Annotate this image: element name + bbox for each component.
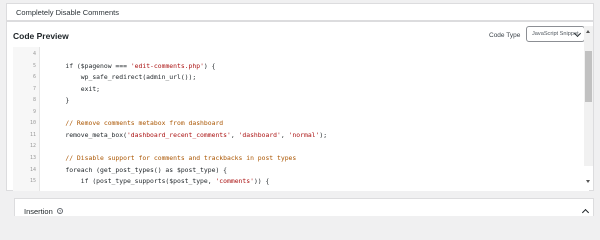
line-number: 14 — [29, 166, 36, 173]
line-number: 15 — [29, 178, 36, 185]
code-token: // Disable support for comments and trac… — [50, 153, 297, 162]
code-token: ) { — [203, 61, 216, 70]
code-token: if ($pagenow === — [50, 61, 131, 70]
line-number: 12 — [29, 143, 36, 150]
scroll-up-arrow-icon[interactable] — [586, 30, 590, 33]
code-token: wp_safe_redirect(admin_url()); — [50, 73, 197, 82]
code-line: 11 remove_meta_box('dashboard_recent_com… — [13, 130, 589, 142]
line-number: 6 — [32, 74, 36, 81]
code-text: foreach (get_post_types() as $post_type)… — [50, 165, 227, 177]
chevron-up-icon[interactable] — [581, 208, 590, 217]
code-token: foreach (get_post_types() as $post_type)… — [50, 165, 227, 174]
code-token: 'edit-comments.php' — [130, 61, 204, 70]
code-token: remove_meta_box( — [50, 130, 127, 139]
code-token: exit; — [50, 84, 101, 93]
code-text: remove_meta_box('dashboard_recent_commen… — [50, 130, 327, 142]
scroll-down-arrow-icon[interactable] — [586, 180, 590, 183]
code-line: 12 — [13, 141, 589, 153]
code-token: } — [50, 96, 70, 105]
code-token: 'dashboard' — [238, 130, 281, 139]
code-text: wp_safe_redirect(admin_url()); — [50, 72, 196, 84]
code-line: 8 } — [13, 95, 589, 107]
line-number: 4 — [32, 51, 36, 57]
code-token: 'normal' — [288, 130, 320, 139]
code-line: 13 // Disable support for comments and t… — [13, 153, 589, 165]
code-text: } — [50, 95, 69, 107]
code-text: if (post_type_supports($post_type, 'comm… — [50, 176, 270, 188]
line-number: 13 — [29, 154, 36, 161]
insertion-panel: Insertion ? — [14, 198, 594, 217]
code-token: 'dashboard_recent_comments' — [126, 130, 231, 139]
code-token: // Remove comments metabox from dashboar… — [50, 119, 224, 128]
code-token: if (post_type_supports($post_type, — [50, 177, 216, 186]
code-editor[interactable]: 4 5 if ($pagenow === 'edit-comments.php')… — [13, 47, 589, 191]
insertion-heading: Insertion — [24, 207, 53, 216]
code-preview-panel: Code Preview Code Type JavaScript Snippe… — [6, 21, 594, 191]
code-line: 14 foreach (get_post_types() as $post_ty… — [13, 165, 589, 177]
code-line: 10 // Remove comments metabox from dashb… — [13, 118, 589, 130]
code-token: )) { — [253, 177, 270, 186]
code-line: 4 — [13, 49, 589, 61]
code-type-selected-value: JavaScript Snippet — [532, 31, 579, 37]
line-number: 11 — [29, 131, 36, 138]
code-type-label: Code Type — [489, 32, 521, 39]
line-number: 5 — [32, 62, 36, 69]
line-number: 9 — [32, 108, 36, 115]
code-line: 6 wp_safe_redirect(admin_url()); — [13, 72, 589, 84]
code-line: 9 — [13, 107, 589, 119]
code-token: ); — [319, 130, 328, 139]
code-line: 15 if (post_type_supports($post_type, 'c… — [13, 176, 589, 188]
code-line: 5 if ($pagenow === 'edit-comments.php') … — [13, 61, 589, 73]
code-text: exit; — [50, 84, 100, 96]
help-icon[interactable]: ? — [57, 207, 63, 214]
line-number: 10 — [29, 120, 36, 127]
code-preview-heading: Code Preview — [13, 31, 69, 41]
code-text: // Disable support for comments and trac… — [50, 153, 296, 165]
code-type-select[interactable]: JavaScript Snippet — [526, 26, 585, 42]
code-token: , — [280, 130, 289, 139]
code-token: 'comments' — [215, 177, 254, 186]
code-preview-header: Code Preview Code Type JavaScript Snippe… — [7, 22, 593, 47]
editor-scrollbar-thumb[interactable] — [585, 51, 592, 102]
code-line: 7 exit; — [13, 84, 589, 96]
code-text: // Remove comments metabox from dashboar… — [50, 118, 223, 130]
code-token: , — [230, 130, 239, 139]
snippet-title-input[interactable] — [6, 3, 594, 21]
line-number: 8 — [32, 97, 36, 104]
line-number: 7 — [32, 85, 36, 92]
code-text: if ($pagenow === 'edit-comments.php') { — [50, 61, 215, 73]
